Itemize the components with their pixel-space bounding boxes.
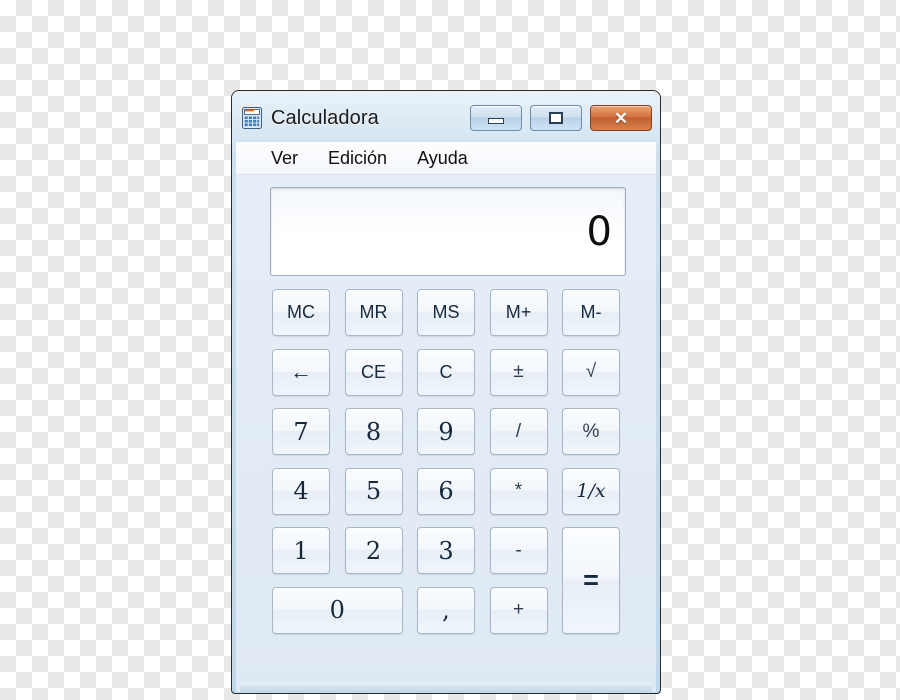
close-icon: ✕ [613, 108, 629, 128]
key-memory-subtract[interactable]: M- [562, 289, 620, 336]
display-value: 0 [586, 208, 612, 255]
title-bar[interactable]: Calculadora ✕ [236, 94, 656, 142]
keypad: MC MR MS M+ M- ← CE C ± √ 7 8 9 /% 4 5 6 * 1/x 1 2 3- = 0, + [272, 289, 632, 649]
key-3[interactable]: 3 [417, 527, 475, 574]
menu-bar: Ver Edición Ayuda [236, 142, 656, 175]
client-area: Ver Edición Ayuda 0 MC MR MS M+ M- ← CE C ± √ 7 8 9 /… [236, 142, 656, 692]
minimize-icon [488, 118, 504, 124]
key-percent[interactable]: % [562, 408, 620, 455]
key-5[interactable]: 5 [344, 467, 403, 515]
key-decimal-comma[interactable]: , [417, 586, 475, 634]
key-6[interactable]: 6 [417, 467, 475, 515]
key-8[interactable]: 8 [344, 408, 403, 455]
window-title: Calculadora [271, 106, 379, 129]
menu-item-edicion[interactable]: Edición [319, 146, 396, 171]
key-clear[interactable]: C [417, 348, 475, 396]
key-4[interactable]: 4 [272, 467, 330, 515]
window-controls: ✕ [470, 105, 654, 131]
key-0[interactable]: 0 [272, 586, 403, 634]
key-9[interactable]: 9 [417, 408, 475, 455]
key-memory-store[interactable]: MS [417, 289, 475, 336]
menu-item-ver[interactable]: Ver [262, 146, 307, 171]
key-subtract[interactable]: - [489, 527, 548, 574]
calculator-icon [242, 107, 262, 129]
display-field[interactable]: 0 [270, 187, 626, 276]
menu-item-ayuda[interactable]: Ayuda [408, 146, 477, 171]
minimize-button[interactable] [470, 105, 522, 131]
restore-icon [549, 112, 563, 124]
key-equals[interactable]: = [562, 527, 620, 634]
key-reciprocal[interactable]: 1/x [562, 467, 620, 515]
key-clear-entry[interactable]: CE [344, 348, 403, 396]
key-memory-recall[interactable]: MR [344, 289, 403, 336]
key-divide[interactable]: / [489, 408, 548, 455]
key-1[interactable]: 1 [272, 527, 330, 574]
calculator-window: Calculadora ✕ Ver Edición Ayuda 0 MC MR … [231, 90, 661, 694]
key-add[interactable]: + [489, 586, 548, 634]
window-bottom-lip [240, 682, 652, 692]
key-sign-toggle[interactable]: ± [489, 348, 548, 396]
key-2[interactable]: 2 [344, 527, 403, 574]
key-square-root[interactable]: √ [562, 348, 620, 396]
calculator-body: 0 MC MR MS M+ M- ← CE C ± √ 7 8 9 /% 4 5 6 * 1/x 1 2 3- = 0, + [236, 175, 656, 692]
key-7[interactable]: 7 [272, 408, 330, 455]
restore-button[interactable] [530, 105, 582, 131]
key-backspace[interactable]: ← [272, 348, 330, 396]
key-multiply[interactable]: * [489, 467, 548, 515]
close-button[interactable]: ✕ [590, 105, 652, 131]
key-memory-clear[interactable]: MC [272, 289, 330, 336]
key-memory-add[interactable]: M+ [489, 289, 548, 336]
